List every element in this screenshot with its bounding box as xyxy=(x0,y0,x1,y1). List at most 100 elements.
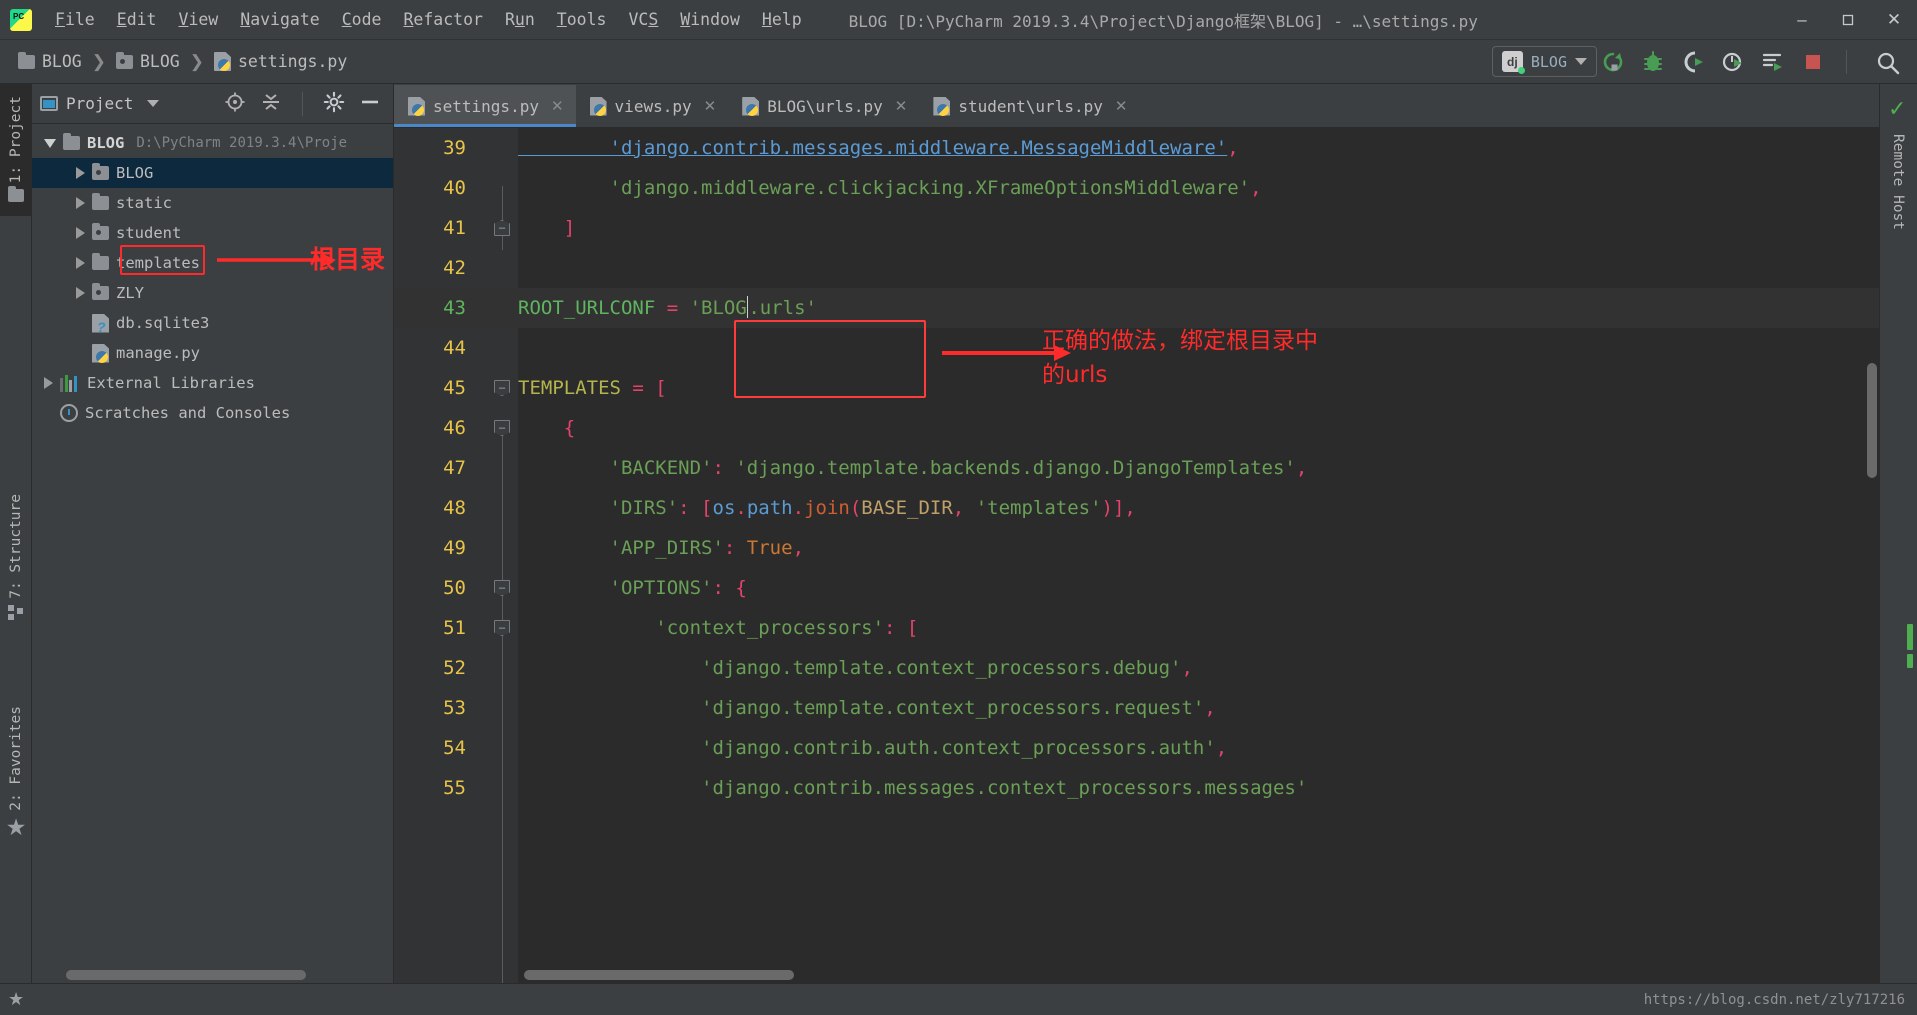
fold-marker-icon[interactable]: – xyxy=(494,580,510,596)
coverage-icon[interactable] xyxy=(1680,49,1706,75)
chevron-down-icon[interactable] xyxy=(147,100,160,107)
toolbar-actions[interactable] xyxy=(1600,40,1853,84)
settings-gear-icon[interactable] xyxy=(323,91,345,117)
line-content: 'BACKEND': 'django.template.backends.dja… xyxy=(518,457,1308,479)
tree-node-label: BLOG xyxy=(87,134,125,152)
maximize-button[interactable] xyxy=(1825,0,1871,40)
tree-node-blog-root[interactable]: BLOG D:\PyCharm 2019.3.4\Proje xyxy=(32,128,393,158)
locate-icon[interactable] xyxy=(224,91,246,117)
source-folder-icon xyxy=(116,51,133,69)
annotation-line-1: 正确的做法，绑定根目录中 xyxy=(1042,328,1318,354)
chevron-right-icon[interactable] xyxy=(76,287,85,299)
annotation-highlight-box-code xyxy=(734,320,926,398)
project-tree[interactable]: BLOG D:\PyCharm 2019.3.4\Proje BLOG stat… xyxy=(32,124,393,428)
python-file-icon xyxy=(408,96,425,116)
line-number: 47 xyxy=(443,457,466,479)
line-content: 'django.contrib.messages.middleware.Mess… xyxy=(518,137,1239,159)
star-icon[interactable]: ★ xyxy=(8,989,24,1010)
chevron-right-icon[interactable] xyxy=(76,197,85,209)
unknown-file-icon: ? xyxy=(92,313,109,334)
menu-edit[interactable]: Edit xyxy=(106,6,168,33)
code-editor[interactable]: 39 'django.contrib.messages.middleware.M… xyxy=(394,128,1879,983)
profile-icon[interactable] xyxy=(1720,49,1746,75)
tree-node-scratches[interactable]: Scratches and Consoles xyxy=(32,398,393,428)
run-configuration-selector[interactable]: dj BLOG xyxy=(1491,46,1597,77)
sidebar-item-structure[interactable]: 7: Structure xyxy=(0,482,32,634)
editor-horizontal-scrollbar[interactable] xyxy=(524,970,794,980)
tree-node-label: External Libraries xyxy=(87,374,255,392)
fold-marker-icon[interactable]: – xyxy=(494,420,510,436)
debug-icon[interactable] xyxy=(1640,49,1666,75)
chevron-down-icon[interactable] xyxy=(44,138,56,148)
tree-node-label: templates xyxy=(116,254,200,272)
tree-node-label: Scratches and Consoles xyxy=(85,404,291,422)
breadcrumb-item-blog-root[interactable]: BLOG xyxy=(14,50,86,73)
menu-run[interactable]: Run xyxy=(494,6,546,33)
line-content: 'APP_DIRS': True, xyxy=(518,537,805,559)
tab-student-urls-py[interactable]: student\urls.py ✕ xyxy=(919,85,1140,127)
sidebar-item-label: 2: Favorites xyxy=(8,706,24,811)
rerun-icon[interactable] xyxy=(1600,49,1626,75)
source-folder-icon xyxy=(92,163,109,180)
line-content: 'OPTIONS': { xyxy=(518,577,747,599)
sidebar-item-project[interactable]: 1: Project xyxy=(0,84,32,217)
fold-marker-icon[interactable]: – xyxy=(494,380,510,396)
hide-panel-icon[interactable] xyxy=(359,91,381,117)
chevron-right-icon[interactable] xyxy=(76,257,85,269)
fold-marker-icon[interactable]: – xyxy=(494,220,510,236)
menu-bar[interactable]: File Edit View Navigate Code Refactor Ru… xyxy=(44,6,813,33)
tree-node-manage-py[interactable]: manage.py xyxy=(32,338,393,368)
code-line: 51 – 'context_processors': [ xyxy=(394,608,1879,648)
window-controls[interactable]: – ✕ xyxy=(1779,0,1917,40)
tree-node-static[interactable]: static xyxy=(32,188,393,218)
error-stripe-marks[interactable] xyxy=(1907,624,1913,672)
status-watermark-url: https://blog.csdn.net/zly717216 xyxy=(1643,991,1905,1008)
sidebar-item-remote-host[interactable]: Remote Host xyxy=(1890,134,1906,230)
close-icon[interactable]: ✕ xyxy=(1115,97,1128,115)
code-line: 40 'django.middleware.clickjacking.XFram… xyxy=(394,168,1879,208)
breadcrumb-item-settings[interactable]: settings.py xyxy=(210,50,351,73)
menu-refactor[interactable]: Refactor xyxy=(392,6,493,33)
tab-blog-urls-py[interactable]: BLOG\urls.py ✕ xyxy=(728,85,920,127)
close-icon[interactable]: ✕ xyxy=(895,97,908,115)
close-button[interactable]: ✕ xyxy=(1871,0,1917,40)
chevron-right-icon[interactable] xyxy=(44,377,53,389)
chevron-right-icon[interactable] xyxy=(76,167,85,179)
tab-label: views.py xyxy=(614,96,692,116)
editor-vertical-scrollbar[interactable] xyxy=(1867,363,1877,478)
menu-file[interactable]: File xyxy=(44,6,106,33)
sidebar-item-favorites[interactable]: 2: Favorites ★ xyxy=(0,694,32,854)
menu-code[interactable]: Code xyxy=(331,6,393,33)
scratches-icon xyxy=(60,404,78,422)
menu-view[interactable]: View xyxy=(168,6,230,33)
search-everywhere-icon[interactable] xyxy=(1875,50,1901,76)
line-content: 'django.contrib.auth.context_processors.… xyxy=(518,737,1228,759)
menu-window[interactable]: Window xyxy=(669,6,751,33)
tree-node-external-libraries[interactable]: External Libraries xyxy=(32,368,393,398)
editor-tab-bar[interactable]: settings.py ✕ views.py ✕ BLOG\urls.py ✕ … xyxy=(394,84,1879,128)
code-line: 39 'django.contrib.messages.middleware.M… xyxy=(394,128,1879,168)
tree-node-blog-package[interactable]: BLOG xyxy=(32,158,393,188)
line-content: ] xyxy=(518,217,576,239)
tree-node-zly[interactable]: ZLY xyxy=(32,278,393,308)
close-icon[interactable]: ✕ xyxy=(704,97,717,115)
menu-tools[interactable]: Tools xyxy=(546,6,618,33)
tree-node-label: db.sqlite3 xyxy=(116,314,210,332)
project-panel-hscrollbar[interactable] xyxy=(66,970,306,980)
editor-area: settings.py ✕ views.py ✕ BLOG\urls.py ✕ … xyxy=(394,84,1879,983)
collapse-all-icon[interactable] xyxy=(260,91,282,117)
code-line-current: 43 ROOT_URLCONF = 'BLOG.urls' xyxy=(394,288,1879,328)
minimize-button[interactable]: – xyxy=(1779,0,1825,40)
fold-marker-icon[interactable]: – xyxy=(494,620,510,636)
tree-node-db-sqlite3[interactable]: ? db.sqlite3 xyxy=(32,308,393,338)
breadcrumb-item-blog-pkg[interactable]: BLOG xyxy=(112,50,184,73)
menu-navigate[interactable]: Navigate xyxy=(229,6,330,33)
run-with-console-icon[interactable] xyxy=(1760,49,1786,75)
close-icon[interactable]: ✕ xyxy=(551,97,564,115)
tab-views-py[interactable]: views.py ✕ xyxy=(575,85,729,127)
tab-settings-py[interactable]: settings.py ✕ xyxy=(394,85,576,127)
stop-icon[interactable] xyxy=(1800,49,1826,75)
menu-vcs[interactable]: VCS xyxy=(617,6,669,33)
menu-help[interactable]: Help xyxy=(751,6,813,33)
chevron-right-icon[interactable] xyxy=(76,227,85,239)
